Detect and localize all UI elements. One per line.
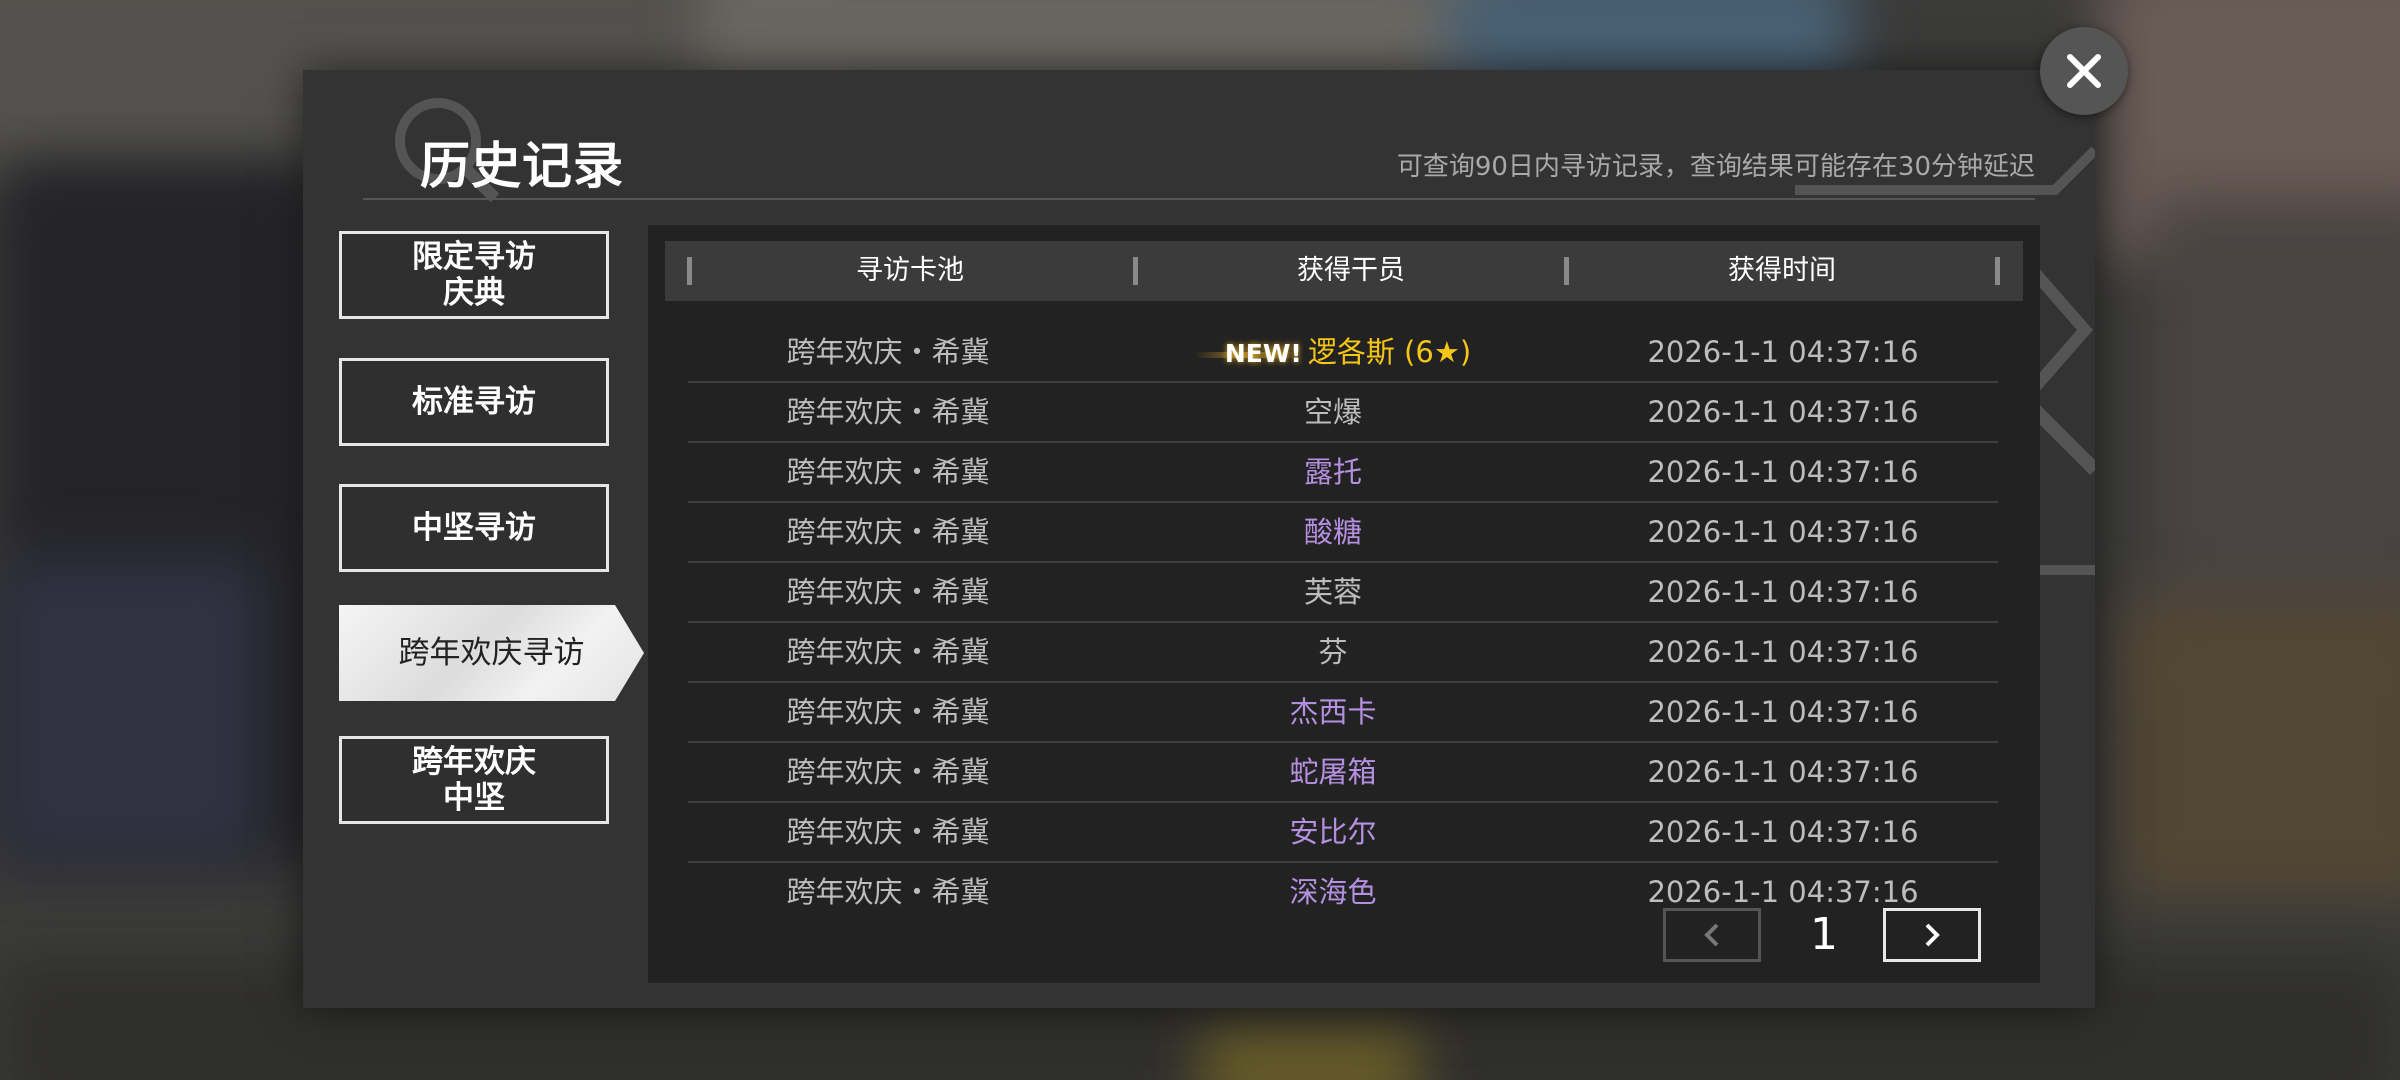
chevron-left-icon — [1704, 923, 1719, 947]
cell-time: 2026-1-1 04:37:16 — [1647, 395, 1919, 429]
cell-pool: 跨年欢庆・希冀 — [786, 515, 990, 549]
cell-pool: 跨年欢庆・希冀 — [786, 335, 990, 369]
cell-pool: 跨年欢庆・希冀 — [786, 575, 990, 609]
operator-name: 空爆 — [1303, 395, 1362, 429]
table-row: 跨年欢庆・希冀 安比尔 2026-1-1 04:37:16 — [688, 803, 1998, 863]
cell-time: 2026-1-1 04:37:16 — [1647, 695, 1919, 729]
page-title: 历史记录 — [420, 137, 624, 195]
cell-pool: 跨年欢庆・希冀 — [786, 755, 990, 789]
prev-page-button[interactable] — [1663, 908, 1761, 962]
cell-pool: 跨年欢庆・希冀 — [786, 635, 990, 669]
column-header-time: 获得时间 — [1728, 255, 1836, 286]
cell-operator: 芬 — [1128, 623, 1538, 681]
operator-name: 深海色 — [1289, 875, 1377, 909]
column-separator — [1564, 257, 1569, 285]
column-separator — [687, 257, 692, 285]
cell-time: 2026-1-1 04:37:16 — [1647, 455, 1919, 489]
column-header-pool: 寻访卡池 — [856, 255, 964, 286]
operator-name: 芙蓉 — [1303, 575, 1362, 609]
cell-operator: 安比尔 — [1128, 803, 1538, 861]
cell-pool: 跨年欢庆・希冀 — [786, 395, 990, 429]
cell-time: 2026-1-1 04:37:16 — [1647, 635, 1919, 669]
tab-midcore[interactable]: 中坚寻访 — [339, 484, 609, 572]
cell-pool: 跨年欢庆・希冀 — [786, 875, 990, 909]
query-hint: 可查询90日内寻访记录，查询结果可能存在30分钟延迟 — [1396, 152, 2035, 182]
cell-operator: 深海色 — [1128, 863, 1538, 921]
new-badge: NEW! — [1194, 339, 1302, 368]
cell-pool: 跨年欢庆・希冀 — [786, 695, 990, 729]
tab-limited-celebration[interactable]: 限定寻访 庆典 — [339, 231, 609, 319]
history-rows: 跨年欢庆・希冀 NEW! 逻各斯 (6★) 2026-1-1 04:37:16 跨年欢庆… — [688, 323, 1998, 923]
operator-name: 逻各斯 (6★) — [1307, 335, 1472, 369]
table-row: 跨年欢庆・希冀 空爆 2026-1-1 04:37:16 — [688, 383, 1998, 443]
chevron-right-icon — [1925, 923, 1940, 947]
cell-time: 2026-1-1 04:37:16 — [1647, 575, 1919, 609]
table-row: 跨年欢庆・希冀 蛇屠箱 2026-1-1 04:37:16 — [688, 743, 1998, 803]
cell-operator: 空爆 — [1128, 383, 1538, 441]
column-separator — [1995, 257, 2000, 285]
operator-name: 酸糖 — [1303, 515, 1362, 549]
table-row: 跨年欢庆・希冀 酸糖 2026-1-1 04:37:16 — [688, 503, 1998, 563]
close-icon — [2067, 54, 2101, 88]
table-row: 跨年欢庆・希冀 杰西卡 2026-1-1 04:37:16 — [688, 683, 1998, 743]
cell-operator: 露托 — [1128, 443, 1538, 501]
operator-name: 杰西卡 — [1289, 695, 1377, 729]
cell-time: 2026-1-1 04:37:16 — [1647, 755, 1919, 789]
cell-time: 2026-1-1 04:37:16 — [1647, 515, 1919, 549]
cell-operator: 芙蓉 — [1128, 563, 1538, 621]
cell-operator: 酸糖 — [1128, 503, 1538, 561]
next-page-button[interactable] — [1883, 908, 1981, 962]
operator-name: 芬 — [1318, 635, 1348, 669]
page-number: 1 — [1810, 909, 1838, 960]
close-button[interactable] — [2040, 27, 2128, 115]
title-divider — [363, 198, 2035, 200]
cell-pool: 跨年欢庆・希冀 — [786, 815, 990, 849]
cell-operator: 杰西卡 — [1128, 683, 1538, 741]
table-row: 跨年欢庆・希冀 露托 2026-1-1 04:37:16 — [688, 443, 1998, 503]
cell-operator: NEW! 逻各斯 (6★) — [1128, 323, 1538, 381]
cell-time: 2026-1-1 04:37:16 — [1647, 335, 1919, 369]
table-row: 跨年欢庆・希冀 芬 2026-1-1 04:37:16 — [688, 623, 1998, 683]
tab-new-year[interactable]: 跨年欢庆寻访 — [339, 605, 644, 701]
column-header-operator: 获得干员 — [1297, 255, 1405, 286]
table-row: 跨年欢庆・希冀 芙蓉 2026-1-1 04:37:16 — [688, 563, 1998, 623]
column-separator — [1133, 257, 1138, 285]
operator-name: 安比尔 — [1289, 815, 1377, 849]
table-row: 跨年欢庆・希冀 NEW! 逻各斯 (6★) 2026-1-1 04:37:16 — [688, 323, 1998, 383]
history-table-panel: 寻访卡池 获得干员 获得时间 跨年欢庆・希冀 NEW! 逻各斯 (6★) 2026-1… — [648, 225, 2040, 983]
operator-name: 露托 — [1303, 455, 1362, 489]
cell-operator: 蛇屠箱 — [1128, 743, 1538, 801]
cell-time: 2026-1-1 04:37:16 — [1647, 815, 1919, 849]
history-dialog: 历史记录 可查询90日内寻访记录，查询结果可能存在30分钟延迟 限定寻访 庆典 … — [303, 70, 2095, 1008]
tab-new-year-midcore[interactable]: 跨年欢庆 中坚 — [339, 736, 609, 824]
tab-standard[interactable]: 标准寻访 — [339, 358, 609, 446]
operator-name: 蛇屠箱 — [1289, 755, 1377, 789]
cell-pool: 跨年欢庆・希冀 — [786, 455, 990, 489]
table-header: 寻访卡池 获得干员 获得时间 — [665, 241, 2023, 301]
